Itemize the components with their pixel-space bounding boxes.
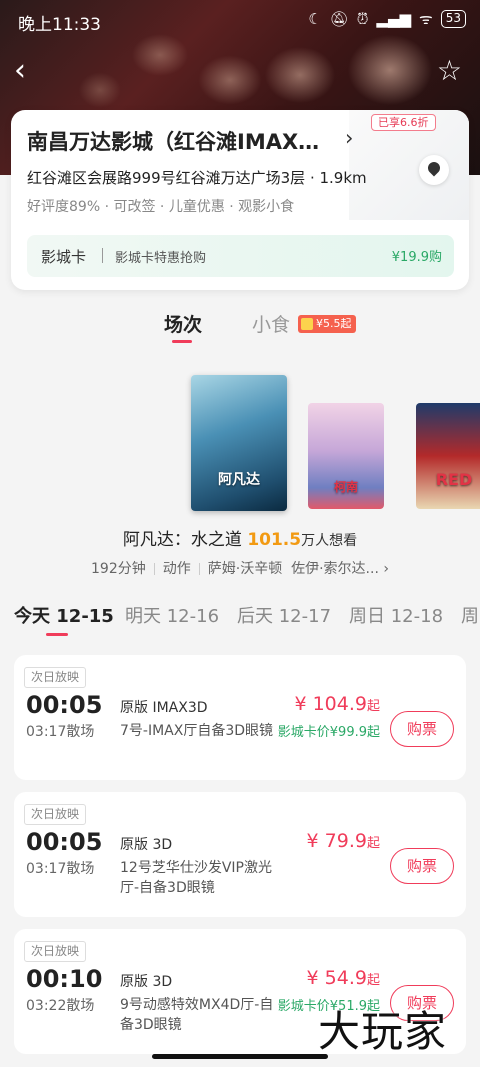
movie-meta[interactable]: 192分钟 动作 萨姆·沃辛顿 佐伊·索尔达... › — [0, 558, 480, 578]
buy-ticket-button[interactable]: 购票 — [390, 711, 454, 747]
poster-avatar[interactable]: 阿凡达 — [191, 375, 287, 511]
session-price: ¥ 104.9起 — [294, 693, 380, 715]
favorite-star-icon[interactable]: ☆ — [437, 56, 462, 86]
buy-ticket-button[interactable]: 购票 — [390, 848, 454, 884]
watermark: 大玩家 — [318, 1007, 448, 1056]
tab-showtimes[interactable]: 场次 — [164, 310, 202, 337]
session-format: 原版 3D — [120, 837, 173, 853]
hall-name: 9号动感特效MX4D厅-自备3D眼镜 — [120, 997, 274, 1033]
price-suffix: 起 — [366, 836, 380, 851]
battery-icon: 53 — [440, 10, 466, 28]
status-time: 晚上11:33 — [18, 15, 101, 35]
session-price: ¥ 54.9起 — [307, 967, 380, 989]
status-bar: 晚上11:33 ☾ 🔕︎ ⏰︎ ▂▄▆ ᯤ 53 — [0, 0, 480, 40]
poster-title: 柯南 — [333, 480, 358, 494]
hall-name: 12号芝华仕沙发VIP激光厅-自备3D眼镜 — [120, 860, 272, 896]
next-day-tag: 次日放映 — [24, 804, 87, 825]
movie-cast: 萨姆·沃辛顿 — [207, 561, 283, 577]
chevron-right-icon[interactable]: › — [345, 126, 353, 150]
wifi-icon: ᯤ — [419, 10, 433, 28]
price-suffix: 起 — [366, 699, 380, 714]
poster-title: RED — [435, 470, 473, 489]
end-time: 03:17散场 — [26, 724, 95, 740]
movie-poster-carousel[interactable]: 阿凡达 柯南 RED — [0, 370, 480, 520]
divider — [102, 248, 103, 263]
cinema-card-title: 影城卡 — [41, 248, 87, 266]
date-tabs: 今天 12-15 明天 12-16 后天 12-17 周日 12-18 周 — [0, 596, 480, 640]
alarm-icon: ⏰︎ — [356, 10, 369, 28]
end-time: 03:17散场 — [26, 861, 95, 877]
tab-snacks[interactable]: 小食 — [252, 310, 290, 337]
back-icon[interactable]: ‹ — [14, 56, 38, 86]
moon-icon: ☾ — [308, 10, 322, 28]
end-time: 03:22散场 — [26, 998, 95, 1014]
session-price: ¥ 79.9起 — [307, 830, 380, 852]
start-time: 00:05 — [26, 828, 103, 856]
date-tab-day-after[interactable]: 后天 12-17 — [237, 602, 331, 628]
want-suffix: 万人想看 — [301, 533, 358, 549]
hall-name: 7号-IMAX厅自备3D眼镜 — [120, 723, 274, 739]
cinema-info-card[interactable]: 南昌万达影城（红谷滩IMAX… › 红谷滩区会展路999号红谷滩万达广场3层 ·… — [11, 110, 469, 290]
movie-title-line: 阿凡达：水之道 101.5万人想看 — [0, 525, 480, 550]
poster-one-piece[interactable]: RED — [416, 403, 480, 509]
poster-conan[interactable]: 柯南 — [308, 403, 384, 509]
price-value: ¥ 79.9 — [306, 830, 367, 852]
session-format: 原版 3D — [120, 974, 173, 990]
date-tab-next[interactable]: 周 — [461, 602, 479, 628]
date-tab-sunday[interactable]: 周日 12-18 — [349, 602, 443, 628]
cinema-address: 红谷滩区会展路999号红谷滩万达广场3层 · 1.9km — [27, 169, 367, 187]
date-tab-tomorrow[interactable]: 明天 12-16 — [125, 602, 219, 628]
tab-active-indicator — [172, 340, 192, 343]
signal-icon: ▂▄▆ — [376, 10, 412, 28]
session-format: 原版 IMAX3D — [120, 700, 208, 716]
movie-genre: 动作 — [162, 561, 191, 577]
next-day-tag: 次日放映 — [24, 941, 87, 962]
date-tab-today[interactable]: 今天 12-15 — [14, 602, 114, 628]
divider — [198, 563, 200, 575]
price-value: ¥ 54.9 — [306, 967, 367, 989]
cinema-card-price[interactable]: ¥19.9购 — [392, 246, 442, 265]
member-price: 影城卡价¥99.9起 — [277, 725, 380, 740]
cinema-card-promo[interactable]: 影城卡 影城卡特惠抢购 ¥19.9购 — [27, 235, 454, 277]
cinema-tags: 好评度89% · 可改签 · 儿童优惠 · 观影小食 — [27, 199, 295, 215]
date-active-indicator — [46, 633, 68, 636]
cinema-card-desc: 影城卡特惠抢购 — [115, 251, 207, 266]
poster-title: 阿凡达 — [218, 472, 260, 488]
movie-duration: 192分钟 — [91, 561, 146, 577]
movie-cast-2: 佐伊·索尔达... — [291, 561, 379, 577]
next-day-tag: 次日放映 — [24, 667, 87, 688]
divider — [153, 563, 155, 575]
discount-badge: 已享6.6折 — [371, 114, 436, 131]
cinema-name[interactable]: 南昌万达影城（红谷滩IMAX… — [27, 126, 319, 156]
snack-price-badge: ¥5.5起 — [298, 315, 356, 333]
mute-icon: 🔕︎ — [329, 10, 349, 28]
status-icons: ☾ 🔕︎ ⏰︎ ▂▄▆ ᯤ 53 — [308, 9, 466, 29]
session-card[interactable]: 次日放映 00:05 03:17散场 原版 IMAX3D 7号-IMAX厅自备3… — [14, 655, 466, 780]
price-suffix: 起 — [366, 973, 380, 988]
location-pin-icon[interactable] — [419, 155, 449, 185]
start-time: 00:10 — [26, 965, 103, 993]
session-card[interactable]: 次日放映 00:05 03:17散场 原版 3D 12号芝华仕沙发VIP激光厅-… — [14, 792, 466, 917]
start-time: 00:05 — [26, 691, 103, 719]
main-tabs: 场次 小食 ¥5.5起 — [0, 300, 480, 350]
chevron-right-icon[interactable]: › — [383, 561, 389, 577]
movie-title: 阿凡达：水之道 — [122, 530, 242, 550]
want-count: 101.5 — [247, 530, 302, 550]
home-indicator[interactable] — [152, 1054, 328, 1059]
price-value: ¥ 104.9 — [294, 693, 367, 715]
